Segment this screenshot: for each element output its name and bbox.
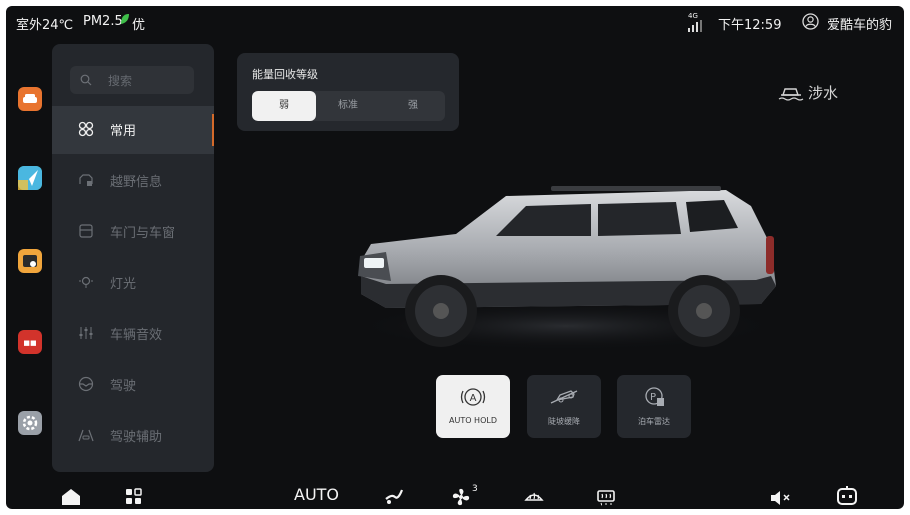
menu-item-label: 越野信息 [110,175,163,190]
hill-descent-icon [550,390,578,404]
energy-option-standard[interactable]: 标准 [316,91,380,121]
assist-icon [78,429,94,442]
settings-app-icon[interactable] [18,411,42,435]
menu-item-driving[interactable]: 驾驶 [52,361,214,409]
auto-hold-icon: A [460,388,486,406]
user-name[interactable]: 爱酷车的豹 [827,14,892,33]
mute-icon[interactable] [770,487,792,509]
grid-icon [78,121,94,137]
hill-descent-label: 陡坡缓降 [548,417,580,426]
energy-recovery-title: 能量回收等级 [252,68,318,81]
auto-hold-label: AUTO HOLD [449,416,497,425]
home-icon[interactable] [61,486,81,508]
car-settings-screen: 室外24℃ PM2.5 优 4G 下午12:59 爱酷车的豹 ■■ 搜索 常用 … [6,6,904,509]
clock: 下午12:59 [718,18,782,33]
pm25-label: PM2.5 [83,14,123,29]
energy-recovery-selector: 弱 标准 强 [252,91,445,121]
leaf-icon [121,14,129,24]
energy-recovery-card: 能量回收等级 弱 标准 强 [237,53,459,131]
svg-text:A: A [470,393,477,404]
signal-icon [688,20,702,32]
parking-radar-icon: P [645,387,664,406]
outside-temperature: 室外24℃ [16,18,74,33]
search-placeholder: 搜索 [108,74,133,88]
parking-radar-label: 泊车雷达 [638,417,670,426]
status-bar: 室外24℃ PM2.5 优 4G 下午12:59 爱酷车的豹 [6,6,904,40]
news-app-icon[interactable]: ■■ [18,330,42,354]
air-quality-value: 优 [132,18,146,33]
menu-item-label: 驾驶 [110,379,137,394]
menu-item-driving-assist[interactable]: 驾驶辅助 [52,412,214,460]
rear-defrost-icon[interactable] [596,486,616,508]
menu-item-label: 常用 [110,124,137,139]
door-icon [79,224,93,238]
menu-item-label: 车辆音效 [110,328,163,343]
menu-item-offroad[interactable]: 越野信息 [52,157,214,205]
vehicle-image [351,186,781,351]
network-type: 4G [688,12,698,20]
steering-icon [78,376,94,392]
navigation-app-icon[interactable] [18,166,42,190]
sound-icon [79,327,93,339]
auto-hold-button[interactable]: A AUTO HOLD [436,375,510,438]
settings-menu: 搜索 常用 越野信息 车门与车窗 灯光 车辆音效 驾驶 驾驶辅助 [52,44,214,472]
hill-descent-button[interactable]: 陡坡缓降 [527,375,601,438]
svg-text:■■: ■■ [23,339,36,347]
user-avatar-icon[interactable] [802,13,819,30]
menu-item-label: 驾驶辅助 [110,430,163,445]
wading-label: 涉水 [808,84,839,102]
media-app-icon[interactable] [18,249,42,273]
fan-level: 3 [472,484,478,494]
fan-icon[interactable] [451,486,471,508]
menu-item-sound[interactable]: 车辆音效 [52,310,214,358]
offroad-icon [79,174,93,186]
car-app-icon[interactable] [18,87,42,111]
energy-option-strong[interactable]: 强 [381,91,445,121]
menu-item-label: 灯光 [110,277,137,292]
front-defrost-icon[interactable] [524,486,544,508]
menu-item-common[interactable]: 常用 [52,106,214,154]
search-icon [80,74,92,86]
airflow-icon[interactable] [384,485,404,507]
voice-assistant-icon[interactable] [836,485,858,507]
menu-item-doors-windows[interactable]: 车门与车窗 [52,208,214,256]
search-input[interactable]: 搜索 [70,66,194,94]
wading-icon [778,88,804,101]
climate-auto-button[interactable]: AUTO [294,484,339,506]
energy-option-weak[interactable]: 弱 [252,91,316,121]
light-icon [79,276,93,288]
apps-grid-icon[interactable] [125,486,143,508]
parking-radar-button[interactable]: P 泊车雷达 [617,375,691,438]
svg-text:P: P [650,392,656,403]
menu-item-label: 车门与车窗 [110,226,176,241]
menu-item-lights[interactable]: 灯光 [52,259,214,307]
